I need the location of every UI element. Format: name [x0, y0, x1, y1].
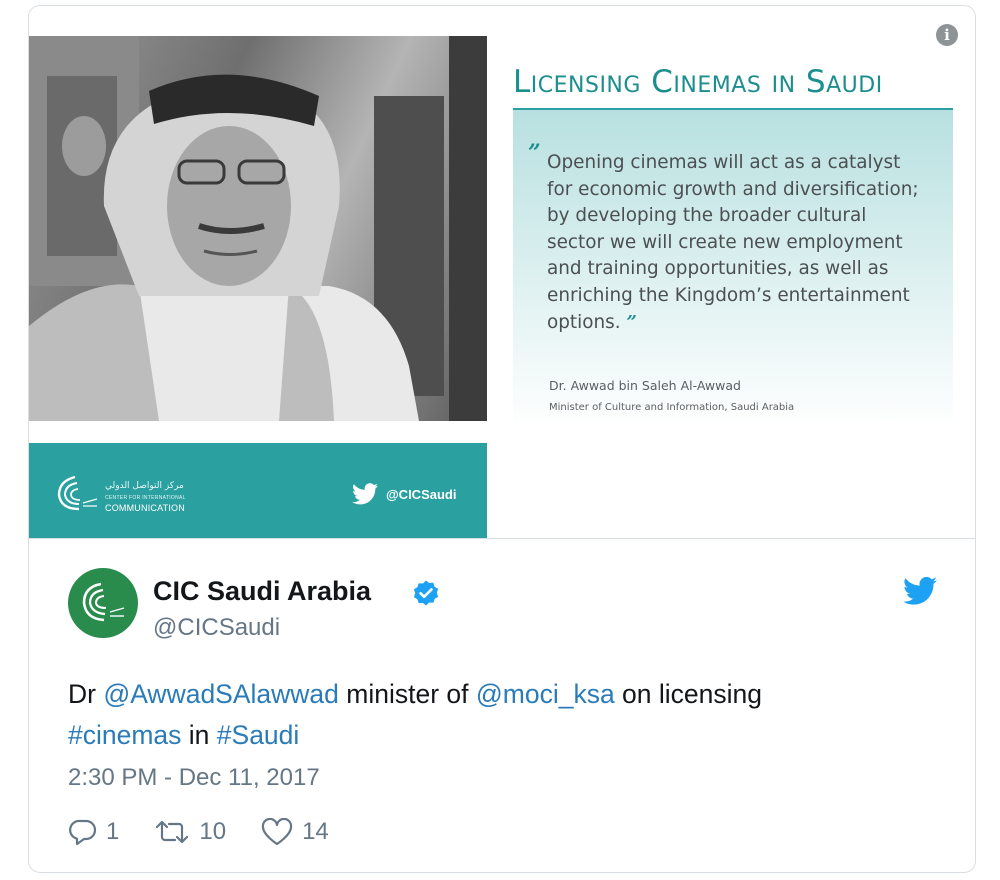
- quote-open-mark: ”: [528, 140, 541, 166]
- cic-avatar-logo-icon: [82, 582, 125, 622]
- verified-badge-icon: [413, 580, 439, 606]
- like-button[interactable]: 14: [260, 818, 329, 846]
- brand-banner: مركز التواصل الدولي CENTER FOR INTERNATI…: [29, 443, 487, 538]
- portrait-photo: [29, 36, 487, 421]
- retweet-count: 10: [199, 818, 227, 845]
- quote-author-name: Dr. Awwad bin Saleh Al-Awwad: [549, 378, 741, 393]
- quote-author-title: Minister of Culture and Information, Sau…: [549, 402, 795, 413]
- brand-subtitle: CENTER FOR INTERNATIONAL: [105, 495, 186, 501]
- info-icon[interactable]: i: [936, 24, 958, 46]
- retweet-icon: [156, 820, 189, 844]
- quote-body: Opening cinemas will act as a catalyst f…: [547, 152, 919, 333]
- twitter-bird-icon: [352, 483, 378, 505]
- brand-name: COMMUNICATION: [105, 503, 185, 513]
- hashtag-link[interactable]: #cinemas: [68, 720, 181, 750]
- mention-link[interactable]: @AwwadSAlawwad: [103, 679, 339, 709]
- user-handle[interactable]: @CICSaudi: [153, 614, 280, 642]
- cic-logo-icon: [57, 475, 98, 511]
- tweet-card: i Licensing Cinemas in Saudi ” Opening c…: [28, 5, 976, 873]
- quote-panel: ” Opening cinemas will act as a catalyst…: [513, 110, 953, 428]
- hashtag-link[interactable]: #Saudi: [217, 720, 300, 750]
- tweet-actions: 1 10 14: [68, 818, 363, 846]
- quote-text: Opening cinemas will act as a catalyst f…: [547, 150, 947, 336]
- tweet-text-part: on licensing: [614, 679, 763, 709]
- image-headline: Licensing Cinemas in Saudi: [513, 64, 883, 100]
- mention-link[interactable]: @moci_ksa: [476, 679, 615, 709]
- reply-icon: [69, 819, 97, 846]
- tweet-text-part: minister of: [338, 679, 476, 709]
- tweet-text-part: in: [181, 720, 217, 750]
- tweet-text-part: Dr: [68, 679, 104, 709]
- heart-icon: [261, 818, 293, 846]
- banner-handle: @CICSaudi: [386, 487, 457, 502]
- avatar[interactable]: [68, 568, 138, 638]
- quote-close-mark: ”: [626, 311, 637, 333]
- tweet-media-image[interactable]: i Licensing Cinemas in Saudi ” Opening c…: [29, 6, 975, 539]
- tweet-text: Dr @AwwadSAlawwad minister of @moci_ksa …: [68, 674, 948, 756]
- display-name[interactable]: CIC Saudi Arabia: [153, 576, 371, 607]
- tweet-timestamp[interactable]: 2:30 PM - Dec 11, 2017: [68, 764, 320, 792]
- twitter-logo-icon[interactable]: [903, 576, 937, 606]
- reply-count: 1: [106, 818, 120, 845]
- reply-button[interactable]: 1: [68, 818, 119, 846]
- retweet-button[interactable]: 10: [153, 818, 226, 846]
- like-count: 14: [302, 818, 329, 845]
- brand-arabic-text: مركز التواصل الدولي: [105, 481, 184, 491]
